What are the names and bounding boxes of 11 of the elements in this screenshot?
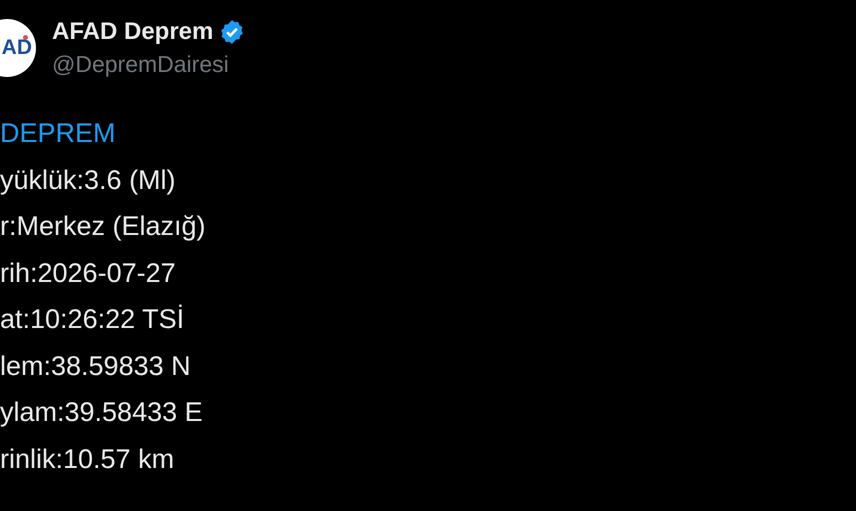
post-text-line: yüklük:3.6 (Ml) [0, 164, 176, 197]
post-text-line: r:Merkez (Elazığ) [0, 210, 206, 243]
post-text-line: at:10:26:22 TSİ [0, 303, 184, 336]
author-name[interactable]: AFAD Deprem [52, 18, 214, 46]
post-text-line: ylam:39.58433 E [0, 396, 203, 429]
author-handle[interactable]: @DepremDairesi [52, 51, 246, 78]
avatar[interactable]: AD [0, 19, 36, 77]
hashtag-link[interactable]: DEPREM [0, 110, 116, 156]
post-text-line: rinlik:10.57 km [0, 442, 174, 476]
post-text-line: lem:38.59833 N [0, 350, 191, 382]
post-text-line: rih:2026-07-27 [0, 256, 176, 290]
